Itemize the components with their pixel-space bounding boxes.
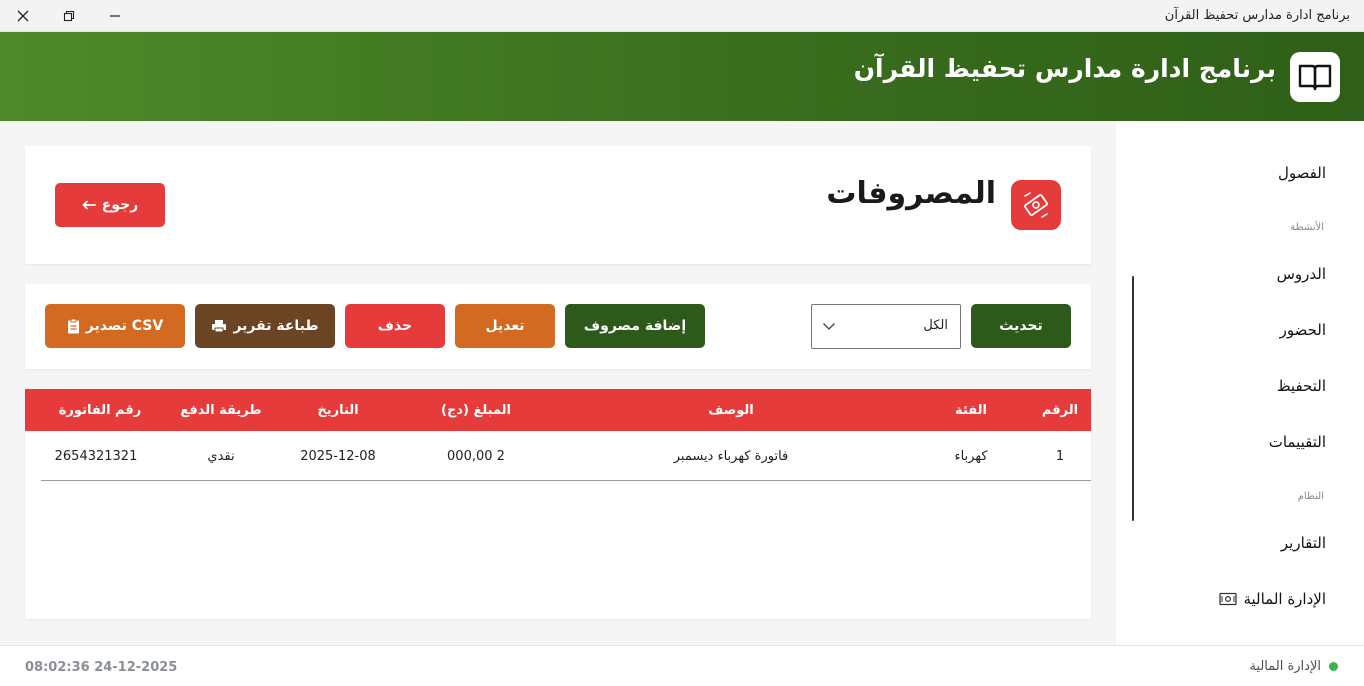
export-csv-button[interactable]: CSV تصدير: [45, 304, 185, 348]
app-logo: [1290, 52, 1340, 102]
page-title: المصروفات: [826, 176, 996, 211]
column-header-number[interactable]: الرقم: [1042, 403, 1078, 418]
page-header-card: المصروفات رجوع: [25, 146, 1091, 264]
table-row[interactable]: 1 كهرباء فاتورة كهرباء ديسمبر 2 000,00 2…: [41, 431, 1091, 481]
column-header-category[interactable]: الفئة: [955, 403, 987, 418]
print-report-button-label: طباعة تقرير: [233, 318, 319, 334]
window-restore-button[interactable]: [46, 0, 92, 32]
refresh-button-label: تحديث: [999, 318, 1043, 334]
book-icon: [1298, 64, 1332, 91]
print-report-button[interactable]: طباعة تقرير: [195, 304, 335, 348]
sidebar-scrollbar[interactable]: [1132, 276, 1134, 521]
restore-icon: [63, 10, 75, 22]
status-current-section: الإدارة المالية: [1249, 659, 1338, 674]
column-header-amount[interactable]: المبلغ (دج): [441, 403, 511, 418]
sidebar: الفصول الأنشطة الدروس الحضور التحفيظ الت…: [1116, 121, 1364, 645]
category-filter-select[interactable]: الكل: [811, 304, 961, 349]
cell-number: 1: [1055, 449, 1065, 464]
sidebar-item-reports[interactable]: التقارير: [1281, 534, 1326, 552]
back-button-label: رجوع: [101, 197, 139, 213]
column-header-payment-method[interactable]: طريقة الدفع: [180, 403, 261, 418]
minimize-icon: [110, 15, 120, 17]
sidebar-item-label: الإدارة المالية: [1243, 590, 1326, 608]
cell-description: فاتورة كهرباء ديسمبر: [673, 449, 789, 464]
page-icon: [1011, 180, 1061, 230]
sidebar-item-label: الفصول: [1278, 164, 1326, 182]
column-header-date[interactable]: التاريخ: [317, 403, 358, 418]
cell-invoice-number: 2654321321: [54, 449, 138, 464]
add-expense-button[interactable]: إضافة مصروف: [565, 304, 705, 348]
column-header-description[interactable]: الوصف: [708, 403, 754, 418]
refresh-button[interactable]: تحديث: [971, 304, 1071, 348]
sidebar-item-classes[interactable]: الفصول: [1278, 164, 1326, 182]
cell-category: كهرباء: [954, 449, 988, 464]
delete-button[interactable]: حذف: [345, 304, 445, 348]
window-titlebar: برنامج ادارة مدارس تحفيظ القرآن: [0, 0, 1364, 32]
sidebar-item-label: التقييمات: [1268, 433, 1326, 451]
clipboard-icon: [67, 318, 79, 334]
delete-button-label: حذف: [377, 318, 413, 334]
sidebar-item-finance[interactable]: الإدارة المالية: [1219, 590, 1326, 608]
status-indicator-icon: [1329, 662, 1338, 671]
app-title: برنامج ادارة مدارس تحفيظ القرآن: [853, 54, 1276, 83]
table-header: الرقم الفئة الوصف المبلغ (دج) التاريخ طر…: [25, 389, 1091, 431]
sidebar-item-memorization[interactable]: التحفيظ: [1277, 377, 1326, 395]
window-title: برنامج ادارة مدارس تحفيظ القرآن: [1164, 8, 1350, 23]
cell-date: 2025-12-08: [300, 449, 376, 464]
app-header: برنامج ادارة مدارس تحفيظ القرآن: [0, 32, 1364, 121]
toolbar-card: تحديث الكل إضافة مصروف تعديل حذف طباعة ت…: [25, 284, 1091, 369]
expenses-table: الرقم الفئة الوصف المبلغ (دج) التاريخ طر…: [25, 389, 1091, 619]
window-close-button[interactable]: [0, 0, 46, 32]
arrow-left-icon: [82, 200, 96, 210]
money-icon: [1219, 592, 1238, 606]
status-datetime: 08:02:36 24-12-2025: [25, 660, 178, 675]
sidebar-item-label: التقارير: [1280, 534, 1326, 552]
window-minimize-button[interactable]: [92, 0, 138, 32]
sidebar-item-label: الدروس: [1276, 265, 1326, 283]
status-bar: 08:02:36 24-12-2025 الإدارة المالية: [0, 645, 1364, 686]
edit-button[interactable]: تعديل: [455, 304, 555, 348]
filter-selected-value: الكل: [923, 318, 948, 333]
chevron-down-icon: [823, 323, 835, 330]
add-expense-button-label: إضافة مصروف: [583, 318, 687, 334]
export-csv-button-label: CSV تصدير: [85, 318, 164, 334]
cell-payment-method: نقدي: [207, 449, 235, 464]
printer-icon: [212, 320, 227, 333]
sidebar-item-evaluations[interactable]: التقييمات: [1269, 433, 1326, 451]
sidebar-section-system: النظام: [1297, 491, 1324, 502]
sidebar-item-attendance[interactable]: الحضور: [1280, 321, 1326, 339]
edit-button-label: تعديل: [485, 318, 525, 334]
back-button[interactable]: رجوع: [55, 183, 165, 227]
sidebar-section-activities: الأنشطة: [1290, 222, 1324, 233]
sidebar-item-label: الحضور: [1279, 321, 1326, 339]
close-icon: [17, 10, 29, 22]
sidebar-item-label: التحفيظ: [1276, 377, 1326, 395]
status-section-label: الإدارة المالية: [1249, 659, 1321, 674]
money-wings-icon: [1024, 192, 1048, 218]
cell-amount: 2 000,00: [447, 449, 505, 464]
column-header-invoice-number[interactable]: رقم الفاتورة: [59, 403, 141, 418]
sidebar-item-lessons[interactable]: الدروس: [1277, 265, 1326, 283]
